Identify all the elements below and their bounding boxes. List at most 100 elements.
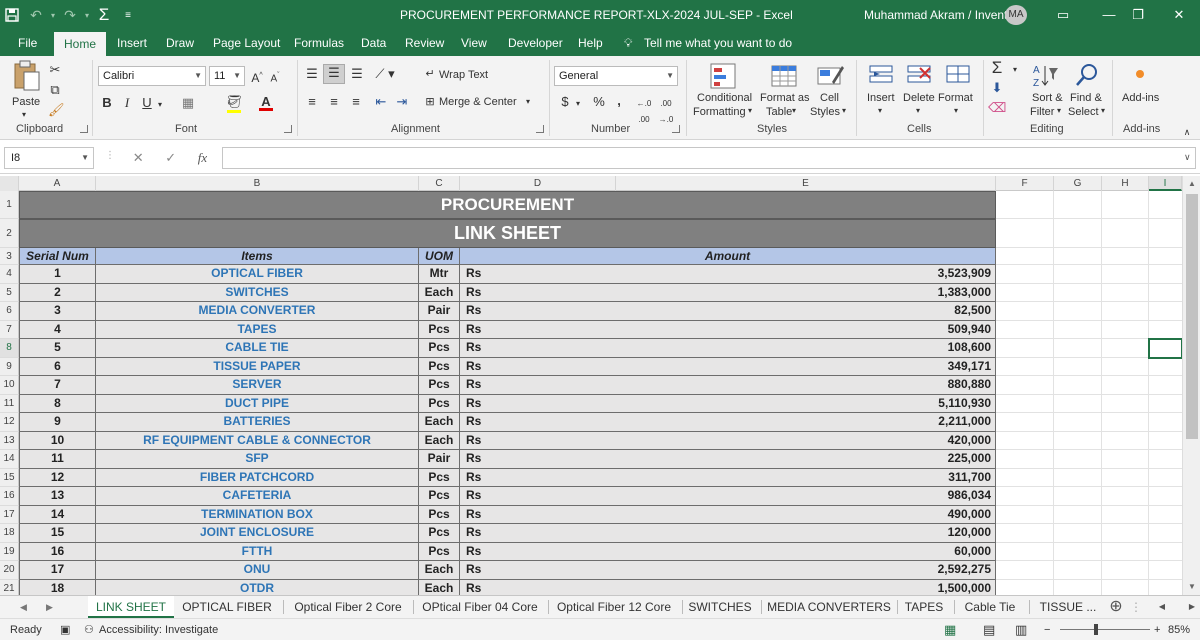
tab-home[interactable]: Home [54, 32, 107, 56]
autosum-icon[interactable]: Σ [988, 59, 1006, 76]
amount-cell[interactable]: 225,000 [616, 450, 996, 469]
row-header[interactable]: 12 [0, 413, 19, 432]
amount-cell[interactable]: 120,000 [616, 524, 996, 543]
amount-cell[interactable]: 2,592,275 [616, 561, 996, 580]
delete-cells-button[interactable]: Delete ▾ [900, 60, 938, 120]
item-cell[interactable]: CAFETERIA [96, 487, 419, 506]
avatar[interactable]: MA [1005, 5, 1027, 25]
add-sheet-icon[interactable]: ⊕ [1106, 596, 1126, 618]
conditional-formatting-button[interactable]: Conditional Formatting ▾ [692, 60, 754, 120]
align-center-icon[interactable]: ≡ [325, 94, 343, 110]
bottom-align-icon[interactable]: ☰ [348, 66, 366, 82]
currency-cell[interactable]: Rs [460, 505, 616, 524]
header-amount[interactable]: Amount [460, 248, 996, 265]
macro-record-icon[interactable]: ▣ [60, 619, 70, 640]
serial-cell[interactable]: 3 [19, 302, 96, 321]
tab-review[interactable]: Review [405, 30, 444, 56]
currency-cell[interactable]: Rs [460, 450, 616, 469]
row-header[interactable]: 10 [0, 376, 19, 395]
top-align-icon[interactable]: ☰ [303, 66, 321, 82]
borders-icon[interactable]: ▦ [180, 95, 196, 111]
amount-cell[interactable]: 509,940 [616, 320, 996, 339]
uom-cell[interactable]: Pcs [419, 394, 460, 413]
uom-cell[interactable]: Pcs [419, 468, 460, 487]
restore-icon[interactable]: ❐ [1115, 0, 1161, 30]
amount-cell[interactable]: 1,383,000 [616, 283, 996, 302]
align-left-icon[interactable]: ≡ [303, 94, 321, 110]
name-box[interactable]: I8 ▼ [4, 147, 94, 169]
uom-cell[interactable]: Mtr [419, 265, 460, 284]
uom-cell[interactable]: Pcs [419, 357, 460, 376]
amount-cell[interactable]: 490,000 [616, 505, 996, 524]
serial-cell[interactable]: 16 [19, 542, 96, 561]
autosum-icon[interactable]: Σ [92, 0, 116, 30]
currency-cell[interactable]: Rs [460, 339, 616, 358]
row-header[interactable]: 17 [0, 505, 19, 524]
column-header-d[interactable]: D [460, 176, 616, 191]
uom-cell[interactable]: Pcs [419, 505, 460, 524]
number-launcher-icon[interactable] [672, 125, 680, 133]
row-header[interactable]: 14 [0, 450, 19, 469]
sheet-tab-tapes[interactable]: TAPES [900, 596, 948, 618]
page-layout-view-icon[interactable]: ▤ [983, 619, 995, 640]
currency-cell[interactable]: Rs [460, 561, 616, 580]
increase-font-icon[interactable]: A^ [250, 68, 264, 86]
row-header[interactable]: 4 [0, 265, 19, 284]
uom-cell[interactable]: Each [419, 283, 460, 302]
currency-cell[interactable]: Rs [460, 283, 616, 302]
cancel-icon[interactable]: ✕ [133, 150, 144, 166]
tell-me-box[interactable]: 💡︎ Tell me what you want to do [624, 30, 792, 56]
tab-draw[interactable]: Draw [166, 30, 194, 56]
currency-cell[interactable]: Rs [460, 394, 616, 413]
amount-cell[interactable]: 349,171 [616, 357, 996, 376]
column-header-i[interactable]: I [1149, 176, 1182, 191]
amount-cell[interactable]: 1,500,000 [616, 579, 996, 595]
amount-cell[interactable]: 420,000 [616, 431, 996, 450]
serial-cell[interactable]: 18 [19, 579, 96, 595]
currency-cell[interactable]: Rs [460, 413, 616, 432]
sort-filter-button[interactable]: AZ Sort & Filter ▾ [1027, 60, 1067, 120]
decrease-indent-icon[interactable]: ⇤ [372, 94, 390, 110]
column-header-f[interactable]: F [996, 176, 1054, 191]
item-cell[interactable]: SWITCHES [96, 283, 419, 302]
undo-dropdown-icon[interactable]: ▾ [48, 0, 58, 30]
worksheet-grid[interactable]: A B C D E F G H I 1 2 3 4 5 6 7 8 9 10 11 12 13 14 15 1… [0, 176, 1200, 595]
middle-align-icon[interactable]: ☰ [323, 64, 345, 84]
currency-cell[interactable]: Rs [460, 524, 616, 543]
sheet-tab-tissue[interactable]: TISSUE ... [1034, 596, 1102, 618]
amount-cell[interactable]: 82,500 [616, 302, 996, 321]
amount-cell[interactable]: 3,523,909 [616, 265, 996, 284]
sheet-title[interactable]: PROCUREMENT [19, 191, 996, 219]
serial-cell[interactable]: 5 [19, 339, 96, 358]
row-header[interactable]: 20 [0, 561, 19, 580]
uom-cell[interactable]: Pcs [419, 524, 460, 543]
tab-splitter-icon[interactable]: ⋮ [1130, 596, 1142, 618]
serial-cell[interactable]: 8 [19, 394, 96, 413]
cell-styles-button[interactable]: Cell Styles ▾ [808, 60, 852, 120]
vertical-scrollbar[interactable]: ▲ ▼ [1182, 176, 1200, 595]
sheet-tab-optical-fiber-2-core[interactable]: Optical Fiber 2 Core [290, 596, 406, 618]
serial-cell[interactable]: 9 [19, 413, 96, 432]
item-cell[interactable]: RF EQUIPMENT CABLE & CONNECTOR [96, 431, 419, 450]
merge-dropdown-icon[interactable]: ▾ [526, 97, 530, 106]
serial-cell[interactable]: 13 [19, 487, 96, 506]
row-header[interactable]: 16 [0, 487, 19, 506]
row-header[interactable]: 15 [0, 468, 19, 487]
currency-cell[interactable]: Rs [460, 265, 616, 284]
serial-cell[interactable]: 11 [19, 450, 96, 469]
zoom-slider[interactable] [1060, 629, 1150, 630]
amount-cell[interactable]: 2,211,000 [616, 413, 996, 432]
format-painter-icon[interactable]: 🖌︎ [48, 102, 65, 118]
autosum-dropdown-icon[interactable]: ▾ [1010, 62, 1020, 78]
add-ins-button[interactable]: Add-ins [1116, 60, 1166, 120]
fill-icon[interactable]: ⬇ [988, 80, 1006, 96]
orientation-icon[interactable]: ⟋ ▾ [374, 66, 396, 82]
alignment-launcher-icon[interactable] [536, 125, 544, 133]
zoom-out-icon[interactable]: − [1044, 619, 1050, 640]
currency-cell[interactable]: Rs [460, 579, 616, 595]
decrease-font-icon[interactable]: Aˇ [268, 68, 282, 87]
row-header[interactable]: 9 [0, 357, 19, 376]
item-cell[interactable]: MEDIA CONVERTER [96, 302, 419, 321]
serial-cell[interactable]: 4 [19, 320, 96, 339]
header-items[interactable]: Items [96, 248, 419, 265]
